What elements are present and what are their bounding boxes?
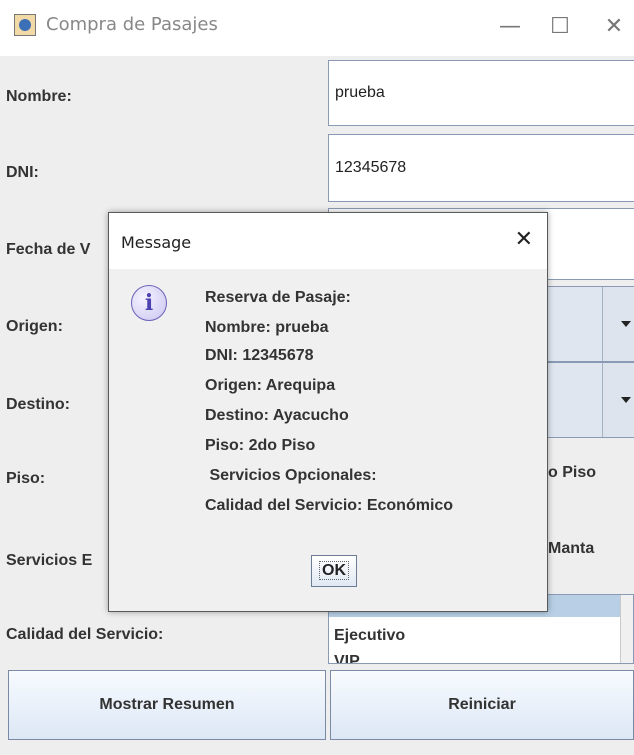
fecha-label: Fecha de V: [6, 241, 91, 258]
minimize-button[interactable]: —: [490, 10, 530, 46]
dni-input[interactable]: 12345678: [328, 134, 634, 202]
dialog-title: Message: [121, 233, 192, 252]
list-scrollbar[interactable]: [620, 595, 633, 663]
message-line: Destino: Ayacucho: [205, 407, 349, 424]
servicios-label: Servicios E: [6, 552, 93, 569]
dialog-close-button[interactable]: ✕: [515, 227, 533, 252]
piso-option[interactable]: o Piso: [548, 464, 596, 482]
origen-label: Origen:: [6, 318, 63, 335]
message-line: Origen: Arequipa: [205, 377, 336, 394]
message-line: Calidad del Servicio: Económico: [205, 497, 454, 514]
nombre-label: Nombre:: [6, 88, 72, 105]
servicios-option[interactable]: Manta: [548, 540, 594, 558]
message-line: Nombre: prueba: [205, 319, 329, 336]
chevron-down-icon: [621, 397, 631, 403]
list-item[interactable]: Ejecutivo: [334, 627, 405, 645]
calidad-label: Calidad del Servicio:: [6, 626, 164, 643]
maximize-button[interactable]: ☐: [540, 10, 580, 46]
info-icon: i: [131, 285, 167, 321]
piso-label: Piso:: [6, 470, 46, 487]
window-title: Compra de Pasajes: [46, 14, 218, 35]
nombre-input[interactable]: prueba: [328, 60, 634, 126]
title-bar: Compra de Pasajes — ☐ ✕: [0, 0, 634, 56]
ok-button[interactable]: OK: [311, 555, 357, 587]
chevron-down-icon: [621, 321, 631, 327]
ok-label: OK: [319, 561, 349, 580]
dialog-title-bar: Message ✕: [109, 213, 547, 269]
message-line: Piso: 2do Piso: [205, 437, 316, 454]
message-line: Reserva de Pasaje:: [205, 289, 351, 306]
message-dialog: Message ✕ i Reserva de Pasaje: Nombre: p…: [108, 212, 548, 612]
close-button[interactable]: ✕: [594, 10, 634, 46]
destino-label: Destino:: [6, 396, 70, 413]
message-line: DNI: 12345678: [205, 347, 314, 364]
reiniciar-button[interactable]: Reiniciar: [330, 670, 634, 740]
mostrar-resumen-button[interactable]: Mostrar Resumen: [8, 670, 326, 740]
dni-label: DNI:: [6, 164, 39, 181]
java-app-icon: [14, 14, 36, 36]
message-line: Servicios Opcionales:: [205, 467, 377, 484]
list-item[interactable]: VIP: [334, 653, 360, 663]
